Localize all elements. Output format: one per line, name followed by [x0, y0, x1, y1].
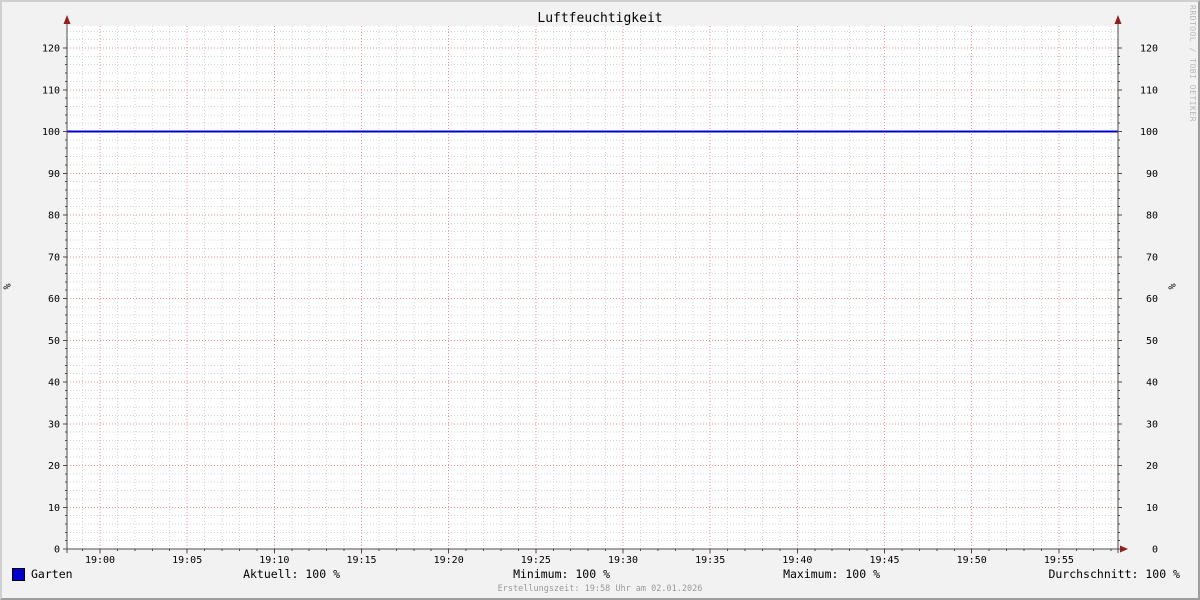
- x-tick-label: 19:25: [521, 555, 551, 566]
- legend-row: Garten Aktuell: 100 % Minimum: 100 % Max…: [2, 567, 1198, 582]
- stat-maximum: Maximum: 100 %: [783, 567, 880, 581]
- x-tick-label: 19:10: [259, 555, 289, 566]
- y-tick-label-left: 50: [48, 336, 60, 347]
- y-tick-label-left: 10: [48, 503, 60, 514]
- y-tick-label-right: 50: [1146, 336, 1158, 347]
- stat-aktuell: Aktuell: 100 %: [243, 567, 340, 581]
- y-tick-label-right: 120: [1140, 44, 1158, 55]
- y-tick-label-left: 120: [42, 44, 60, 55]
- x-tick-label: 19:00: [85, 555, 115, 566]
- plot-background: [67, 26, 1118, 549]
- x-tick-label: 19:15: [346, 555, 376, 566]
- x-tick-label: 19:30: [608, 555, 638, 566]
- y-tick-label-right: 90: [1146, 169, 1158, 180]
- y-tick-label-left: 40: [48, 378, 60, 389]
- x-tick-label: 19:35: [695, 555, 725, 566]
- stat-durchschnitt: Durchschnitt: 100 %: [1048, 567, 1180, 581]
- y-tick-label-left: 60: [48, 294, 60, 305]
- rrdtool-graph-image: Luftfeuchtigkeit RRDTOOL / TOBI OETIKER …: [0, 0, 1200, 600]
- y-tick-label-right: 10: [1146, 503, 1158, 514]
- y-tick-label-left: 100: [42, 127, 60, 138]
- y-tick-label-left: 80: [48, 211, 60, 222]
- series-color-swatch: [12, 568, 25, 581]
- y-tick-label-left: 90: [48, 169, 60, 180]
- y-tick-label-right: 70: [1146, 252, 1158, 263]
- x-tick-label: 19:55: [1044, 555, 1074, 566]
- series-name-label: Garten: [31, 567, 73, 581]
- y-tick-label-left: 30: [48, 419, 60, 430]
- y-tick-label-left: 0: [54, 545, 60, 556]
- y-tick-label-right: 100: [1140, 127, 1158, 138]
- stat-minimum: Minimum: 100 %: [513, 567, 610, 581]
- x-tick-label: 19:45: [869, 555, 899, 566]
- y-tick-label-left: 70: [48, 252, 60, 263]
- x-tick-label: 19:40: [782, 555, 812, 566]
- x-tick-label: 19:20: [434, 555, 464, 566]
- y-tick-label-right: 30: [1146, 419, 1158, 430]
- y-tick-label-right: 20: [1146, 461, 1158, 472]
- y-axis-unit-left: %: [2, 283, 14, 290]
- y-tick-label-left: 110: [42, 85, 60, 96]
- y-tick-label-right: 60: [1146, 294, 1158, 305]
- y-tick-label-right: 110: [1140, 85, 1158, 96]
- y-tick-label-right: 80: [1146, 211, 1158, 222]
- y-tick-label-right: 0: [1152, 545, 1158, 556]
- x-tick-label: 19:05: [172, 555, 202, 566]
- x-tick-label: 19:50: [957, 555, 987, 566]
- creation-timestamp: Erstellungszeit: 19:58 Uhr am 02.01.2026: [497, 584, 703, 594]
- y-tick-label-left: 20: [48, 461, 60, 472]
- y-tick-label-right: 40: [1146, 378, 1158, 389]
- y-axis-unit-right: %: [1167, 283, 1179, 290]
- chart-canvas: 0 0 10 10 20 20 30 30 40 40 50 50 60 60 70 70 80 80 90 90 10…: [42, 15, 1158, 566]
